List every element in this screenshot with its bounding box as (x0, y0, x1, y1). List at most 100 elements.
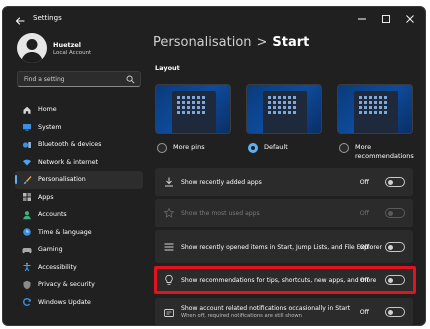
close-button[interactable] (399, 11, 421, 27)
sidebar-item-label: Time & language (38, 228, 92, 236)
accessibility-icon (23, 262, 31, 272)
wifi-icon (23, 159, 31, 166)
sidebar-item-personalisation[interactable]: Personalisation (15, 171, 143, 189)
radio-button[interactable] (157, 143, 167, 153)
pin-tile (384, 111, 387, 114)
pin-tile (283, 111, 286, 114)
pin-tile (278, 101, 281, 104)
radio-button[interactable] (339, 143, 349, 153)
setting-row-most-used-apps[interactable]: Show the most used apps Off (155, 199, 413, 227)
sidebar-item-network[interactable]: Network & internet (15, 154, 143, 172)
pin-tile (273, 111, 276, 114)
layout-preview-default[interactable] (246, 84, 322, 134)
sidebar-item-system[interactable]: System (15, 119, 143, 137)
pin-tile (374, 101, 377, 104)
breadcrumb-separator: > (256, 35, 268, 50)
toggle-switch[interactable] (385, 275, 405, 285)
sidebar-item-bluetooth[interactable]: Bluetooth & devices (15, 136, 143, 154)
sidebar-item-label: Accessibility (38, 263, 77, 271)
pin-tile (374, 106, 377, 109)
setting-row-account-notifications[interactable]: Show account related notifications occas… (155, 298, 413, 325)
toggle-switch[interactable] (385, 177, 405, 187)
setting-row-recently-added-apps[interactable]: Show recently added apps Off (155, 168, 413, 196)
search-input[interactable] (24, 74, 124, 85)
setting-row-recommendations[interactable]: Show recommendations for tips, shortcuts… (155, 267, 413, 293)
pin-tile (197, 96, 200, 99)
layout-preview-more-pins[interactable] (155, 84, 231, 134)
update-icon (23, 298, 31, 307)
pin-tile (278, 96, 281, 99)
pin-tile (197, 106, 200, 109)
layout-option-default[interactable]: Default (248, 143, 288, 153)
close-icon (406, 15, 414, 23)
sidebar-item-label: Home (38, 106, 57, 114)
layout-option-label: More recommendations (355, 143, 414, 160)
pin-tile (273, 96, 276, 99)
sidebar-item-accessibility[interactable]: Accessibility (15, 259, 143, 277)
sidebar-item-label: Accounts (38, 211, 67, 219)
pin-tile (202, 101, 205, 104)
pin-tile (177, 96, 180, 99)
pin-tile (278, 106, 281, 109)
pin-tile (364, 96, 367, 99)
layout-option-more-recommendations[interactable]: More recommendations (339, 143, 425, 161)
sidebar-nav: Home System Bluetooth & devices Network … (15, 101, 143, 311)
sidebar-item-gaming[interactable]: Gaming (15, 241, 143, 259)
setting-description: When off, required notifications are sti… (181, 313, 302, 319)
sidebar-item-privacy[interactable]: Privacy & security (15, 276, 143, 294)
pin-tile (273, 106, 276, 109)
sidebar-item-home[interactable]: Home (15, 101, 143, 119)
notification-icon (164, 309, 174, 317)
toggle-state-text: Off (359, 309, 369, 316)
pin-tile (379, 96, 382, 99)
search-box[interactable] (17, 71, 141, 87)
toggle-state-text: Off (359, 179, 369, 186)
search-icon (126, 75, 135, 84)
pin-tile (202, 111, 205, 114)
pin-tile (273, 101, 276, 104)
setting-label: Show account related notifications occas… (181, 305, 351, 312)
toggle-state-text: Off (359, 244, 369, 251)
toggle-switch[interactable] (385, 242, 405, 252)
star-icon (163, 207, 175, 218)
pin-tile (268, 96, 271, 99)
pin-tile (288, 106, 291, 109)
setting-row-recently-opened-items[interactable]: Show recently opened items in Start, Jum… (155, 230, 413, 263)
pin-tile (369, 101, 372, 104)
layout-option-label: More pins (173, 143, 205, 151)
list-icon (164, 243, 174, 251)
layout-section-label: Layout (155, 64, 180, 72)
sidebar-item-time-language[interactable]: Time & language (15, 224, 143, 242)
pin-tile (288, 101, 291, 104)
breadcrumb: Personalisation > Start (153, 35, 309, 50)
sidebar-item-accounts[interactable]: Accounts (15, 206, 143, 224)
pin-tile (268, 106, 271, 109)
sidebar-item-apps[interactable]: Apps (15, 189, 143, 207)
pin-tile (187, 111, 190, 114)
avatar[interactable] (17, 33, 47, 63)
setting-label: Show recommendations for tips, shortcuts… (181, 277, 377, 284)
bluetooth-icon (22, 141, 31, 148)
pin-tile (293, 111, 296, 114)
back-arrow-icon (15, 17, 25, 25)
pin-tile (288, 111, 291, 114)
toggle-switch[interactable] (385, 307, 405, 317)
pin-tile (364, 111, 367, 114)
pin-tile (293, 106, 296, 109)
setting-label: Show the most used apps (181, 210, 260, 217)
pin-tile (187, 96, 190, 99)
pin-tile (192, 96, 195, 99)
pins-grid (359, 96, 393, 114)
breadcrumb-parent[interactable]: Personalisation (153, 35, 252, 50)
pin-tile (268, 101, 271, 104)
radio-button-selected[interactable] (248, 143, 258, 153)
back-button[interactable] (13, 13, 27, 27)
layout-preview-more-recommendations[interactable] (337, 84, 413, 134)
pin-tile (182, 106, 185, 109)
minimize-button[interactable] (351, 11, 373, 27)
maximize-button[interactable] (375, 11, 397, 27)
pin-tile (283, 101, 286, 104)
lightbulb-icon (165, 274, 173, 285)
layout-option-more-pins[interactable]: More pins (157, 143, 205, 153)
sidebar-item-windows-update[interactable]: Windows Update (15, 294, 143, 312)
